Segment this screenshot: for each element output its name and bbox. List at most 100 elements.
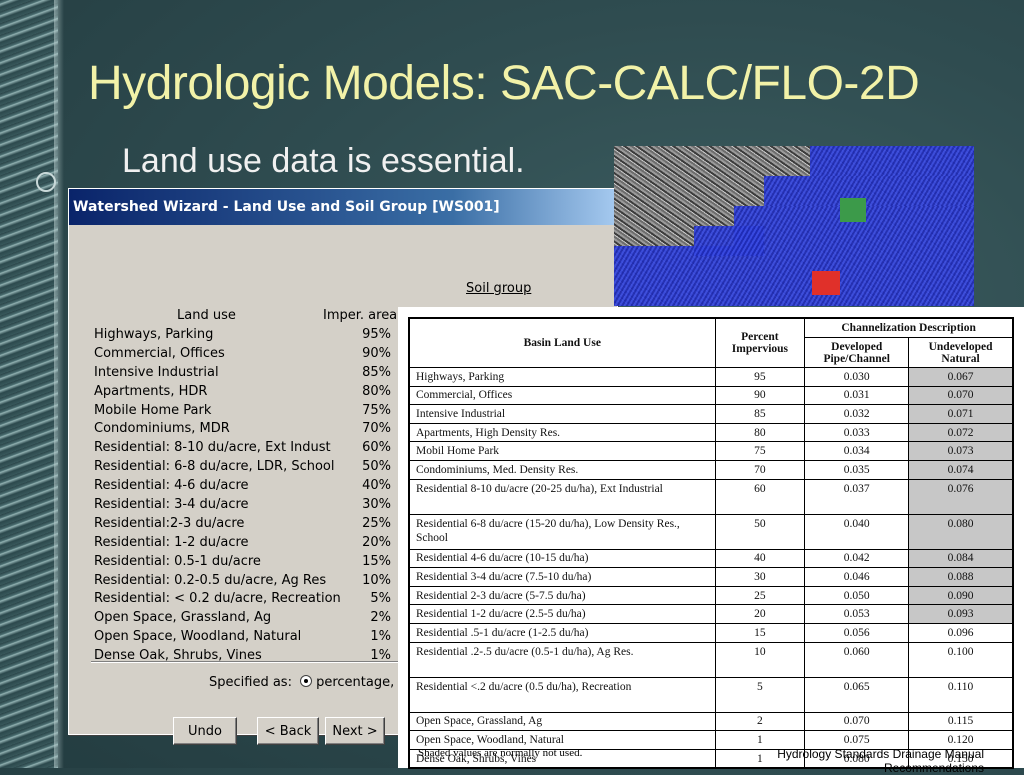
imper-area-value: 20% xyxy=(362,534,391,550)
developed-cell: 0.050 xyxy=(804,585,910,606)
impervious-cell: 20 xyxy=(714,604,806,624)
land-use-label: Residential: 3-4 du/acre xyxy=(94,496,249,512)
divider xyxy=(91,661,421,663)
land-use-row: Open Space, Woodland, Natural 1% xyxy=(94,627,391,646)
table-row: Residential .2-.5 du/acre (0.5-1 du/ha),… xyxy=(408,641,1014,678)
percent-impervious-header: Percent Impervious xyxy=(714,317,806,368)
decorative-left-strip xyxy=(0,0,64,768)
percentage-radio[interactable] xyxy=(300,675,313,687)
developed-cell: 0.070 xyxy=(804,711,910,732)
developed-cell: 0.056 xyxy=(804,622,910,643)
impervious-cell: 2 xyxy=(714,711,806,732)
land-use-cell: Residential <.2 du/acre (0.5 du/ha), Rec… xyxy=(408,676,716,713)
table-row: Open Space, Grassland, Ag 2 0.070 0.115 xyxy=(408,711,1014,732)
land-use-row: Residential: 0.5-1 du/acre 15% xyxy=(94,552,391,571)
table-row: Intensive Industrial 85 0.032 0.071 xyxy=(408,404,1014,424)
land-use-label: Mobile Home Park xyxy=(94,402,212,418)
undeveloped-cell: 0.071 xyxy=(908,404,1014,424)
imper-area-value: 40% xyxy=(362,478,391,494)
land-use-row: Residential: 1-2 du/acre 20% xyxy=(94,533,391,552)
undeveloped-cell: 0.067 xyxy=(908,367,1014,387)
table-row: Commercial, Offices 90 0.031 0.070 xyxy=(408,385,1014,406)
land-use-cell: Residential 3-4 du/acre (7.5-10 du/ha) xyxy=(408,567,716,587)
channelization-header: Channelization Description xyxy=(804,317,1014,339)
specified-as-label: Specified as: xyxy=(209,675,292,690)
imper-area-value: 60% xyxy=(362,440,391,456)
undeveloped-cell: 0.115 xyxy=(908,711,1014,732)
table-row: Residential 8-10 du/acre (20-25 du/ha), … xyxy=(408,478,1014,515)
land-use-row: Residential: 8-10 du/acre, Ext Indust 60% xyxy=(94,438,391,457)
table-row: Residential 2-3 du/acre (5-7.5 du/ha) 25 0… xyxy=(408,585,1014,606)
land-use-label: Apartments, HDR xyxy=(94,383,208,399)
land-use-cell: Residential 8-10 du/acre (20-25 du/ha), … xyxy=(408,478,716,515)
land-use-row: Residential: < 0.2 du/acre, Recreation 5% xyxy=(94,589,391,608)
green-cell xyxy=(840,198,866,222)
table-row: Highways, Parking 95 0.030 0.067 xyxy=(408,367,1014,387)
undeveloped-cell: 0.093 xyxy=(908,604,1014,624)
undeveloped-cell: 0.088 xyxy=(908,567,1014,587)
developed-cell: 0.032 xyxy=(804,404,910,424)
land-use-label: Open Space, Grassland, Ag xyxy=(94,610,272,626)
dialog-titlebar: Watershed Wizard - Land Use and Soil Gro… xyxy=(69,189,617,225)
slide-title: Hydrologic Models: SAC-CALC/FLO-2D xyxy=(88,57,920,110)
land-use-row: Condominiums, MDR 70% xyxy=(94,419,391,438)
impervious-cell: 85 xyxy=(714,404,806,424)
developed-header: Developed Pipe/Channel xyxy=(804,337,910,368)
land-use-cell: Commercial, Offices xyxy=(408,385,716,406)
impervious-cell: 80 xyxy=(714,422,806,443)
table-row: Condominiums, Med. Density Res. 70 0.035 0.… xyxy=(408,459,1014,480)
table-row: Residential .5-1 du/acre (1-2.5 du/ha) 15… xyxy=(408,622,1014,643)
impervious-cell: 75 xyxy=(714,441,806,461)
land-use-row: Highways, Parking 95% xyxy=(94,325,391,344)
imper-area-value: 75% xyxy=(362,402,391,418)
developed-cell: 0.065 xyxy=(804,676,910,713)
impervious-cell: 15 xyxy=(714,622,806,643)
table-body: Highways, Parking 95 0.030 0.067 Commercial,… xyxy=(408,367,1014,769)
land-use-label: Commercial, Offices xyxy=(94,345,225,361)
impervious-cell: 95 xyxy=(714,367,806,387)
undeveloped-header: Undeveloped Natural xyxy=(908,337,1014,368)
land-use-row: Open Space, Grassland, Ag 2% xyxy=(94,608,391,627)
land-use-label: Intensive Industrial xyxy=(94,364,219,380)
back-button[interactable]: < Back xyxy=(257,717,319,745)
next-button[interactable]: Next > xyxy=(325,717,385,745)
impervious-cell: 90 xyxy=(714,385,806,406)
channelization-table: Basin Land Use Percent Impervious Channe… xyxy=(408,317,1014,770)
impervious-cell: 50 xyxy=(714,513,806,550)
developed-cell: 0.031 xyxy=(804,385,910,406)
land-use-cell: Highways, Parking xyxy=(408,367,716,387)
table-row: Residential 6-8 du/acre (15-20 du/ha), L… xyxy=(408,513,1014,550)
imper-area-value: 25% xyxy=(362,515,391,531)
basin-land-use-header: Basin Land Use xyxy=(408,317,716,368)
land-use-row: Residential: 6-8 du/acre, LDR, School 50% xyxy=(94,457,391,476)
soil-group-label: Soil group xyxy=(466,281,532,296)
undeveloped-cell: 0.072 xyxy=(908,422,1014,443)
imper-area-value: 50% xyxy=(362,459,391,475)
developed-cell: 0.034 xyxy=(804,441,910,461)
slide-subtitle: Land use data is essential. xyxy=(122,142,525,180)
land-use-header: Land use xyxy=(177,308,236,323)
developed-cell: 0.030 xyxy=(804,367,910,387)
developed-cell: 0.046 xyxy=(804,567,910,587)
land-use-label: Condominiums, MDR xyxy=(94,421,230,437)
land-use-label: Residential: < 0.2 du/acre, Recreation xyxy=(94,591,341,607)
table-note: Shaded values are normally not used. xyxy=(418,747,583,759)
land-use-cell: Condominiums, Med. Density Res. xyxy=(408,459,716,480)
land-use-cell: Open Space, Grassland, Ag xyxy=(408,711,716,732)
undeveloped-cell: 0.074 xyxy=(908,459,1014,480)
imper-area-value: 70% xyxy=(362,421,391,437)
imper-area-value: 80% xyxy=(362,383,391,399)
undo-button[interactable]: Undo xyxy=(173,717,237,745)
land-use-cell: Residential 4-6 du/acre (10-15 du/ha) xyxy=(408,548,716,569)
land-use-label: Residential: 6-8 du/acre, LDR, School xyxy=(94,459,335,475)
imper-area-value: 15% xyxy=(362,553,391,569)
land-use-cell: Residential 6-8 du/acre (15-20 du/ha), L… xyxy=(408,513,716,550)
table-caption: Hydrology Standards Drainage Manual Reco… xyxy=(777,747,984,775)
developed-cell: 0.042 xyxy=(804,548,910,569)
land-use-label: Residential: 4-6 du/acre xyxy=(94,478,249,494)
table-row: Residential 4-6 du/acre (10-15 du/ha) 40 0… xyxy=(408,548,1014,569)
table-row: Mobil Home Park 75 0.034 0.073 xyxy=(408,441,1014,461)
undeveloped-cell: 0.070 xyxy=(908,385,1014,406)
undeveloped-cell: 0.076 xyxy=(908,478,1014,515)
impervious-cell: 5 xyxy=(714,676,806,713)
